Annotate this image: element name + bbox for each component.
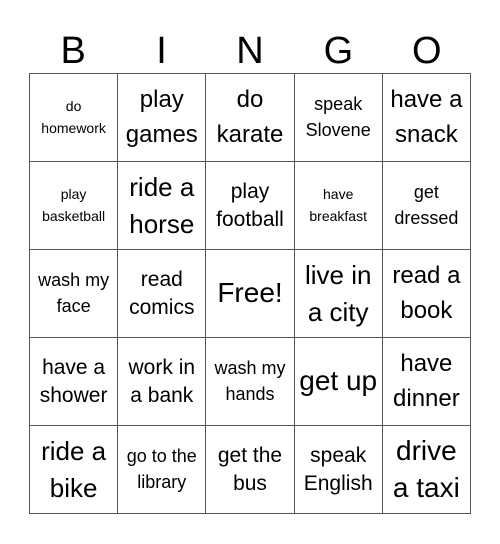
bingo-cell[interactable]: have breakfast (294, 162, 383, 250)
cell-label: wash my face (38, 270, 110, 316)
header-letter-b: B (60, 30, 86, 72)
cell-label: get up (299, 365, 378, 397)
cell-label: play football (216, 180, 284, 231)
cell-label: ride a bike (41, 436, 107, 503)
cell-label: ride a horse (129, 172, 195, 239)
bingo-cell[interactable]: have a snack (382, 74, 471, 162)
bingo-header: B I N G O (29, 28, 471, 74)
cell-label: do karate (216, 85, 284, 148)
bingo-cell[interactable]: drive a taxi (382, 426, 471, 514)
cell-label: have a shower (39, 356, 108, 407)
bingo-cell[interactable]: speak English (294, 426, 383, 514)
bingo-cell[interactable]: go to the library (118, 426, 207, 514)
cell-label: work in a bank (128, 356, 196, 407)
bingo-cell[interactable]: ride a bike (30, 426, 119, 514)
cell-label: have dinner (393, 349, 460, 412)
bingo-cell[interactable]: read comics (118, 250, 207, 338)
bingo-grid: do homework play games do karate speak Slov… (29, 73, 471, 514)
cell-label: read a book (392, 261, 461, 324)
bingo-cell[interactable]: wash my face (30, 250, 119, 338)
bingo-cell[interactable]: live in a city (294, 250, 383, 338)
cell-label: speak English (303, 444, 373, 495)
cell-label: get the bus (217, 444, 283, 495)
cell-label: have breakfast (309, 185, 367, 224)
free-space-cell[interactable]: Free! (206, 250, 295, 338)
bingo-cell[interactable]: play football (206, 162, 295, 250)
cell-label: play games (125, 85, 198, 148)
cell-label: live in a city (304, 260, 372, 327)
cell-label: drive a taxi (392, 435, 460, 503)
bingo-cell[interactable]: play basketball (30, 162, 119, 250)
cell-label: do homework (41, 97, 106, 136)
bingo-cell[interactable]: have a shower (30, 338, 119, 426)
bingo-cell[interactable]: get up (294, 338, 383, 426)
cell-label: get dressed (394, 182, 459, 228)
header-letter-n: N (236, 30, 264, 72)
cell-label: have a snack (390, 85, 463, 148)
bingo-cell[interactable]: speak Slovene (294, 74, 383, 162)
bingo-cell[interactable]: play games (118, 74, 207, 162)
cell-label: wash my hands (214, 358, 286, 404)
cell-label: speak Slovene (305, 94, 371, 140)
header-letter-g: G (323, 30, 354, 72)
bingo-cell[interactable]: do homework (30, 74, 119, 162)
bingo-cell[interactable]: ride a horse (118, 162, 207, 250)
bingo-cell[interactable]: do karate (206, 74, 295, 162)
bingo-cell[interactable]: wash my hands (206, 338, 295, 426)
header-letter-i: I (156, 30, 167, 72)
header-letter-o: O (411, 30, 442, 72)
bingo-cell[interactable]: read a book (382, 250, 471, 338)
cell-label: go to the library (126, 446, 197, 492)
cell-label: play basketball (42, 185, 106, 224)
cell-label: Free! (217, 277, 283, 309)
cell-label: read comics (129, 268, 195, 319)
bingo-cell[interactable]: have dinner (382, 338, 471, 426)
bingo-cell[interactable]: get dressed (382, 162, 471, 250)
bingo-cell[interactable]: get the bus (206, 426, 295, 514)
bingo-cell[interactable]: work in a bank (118, 338, 207, 426)
